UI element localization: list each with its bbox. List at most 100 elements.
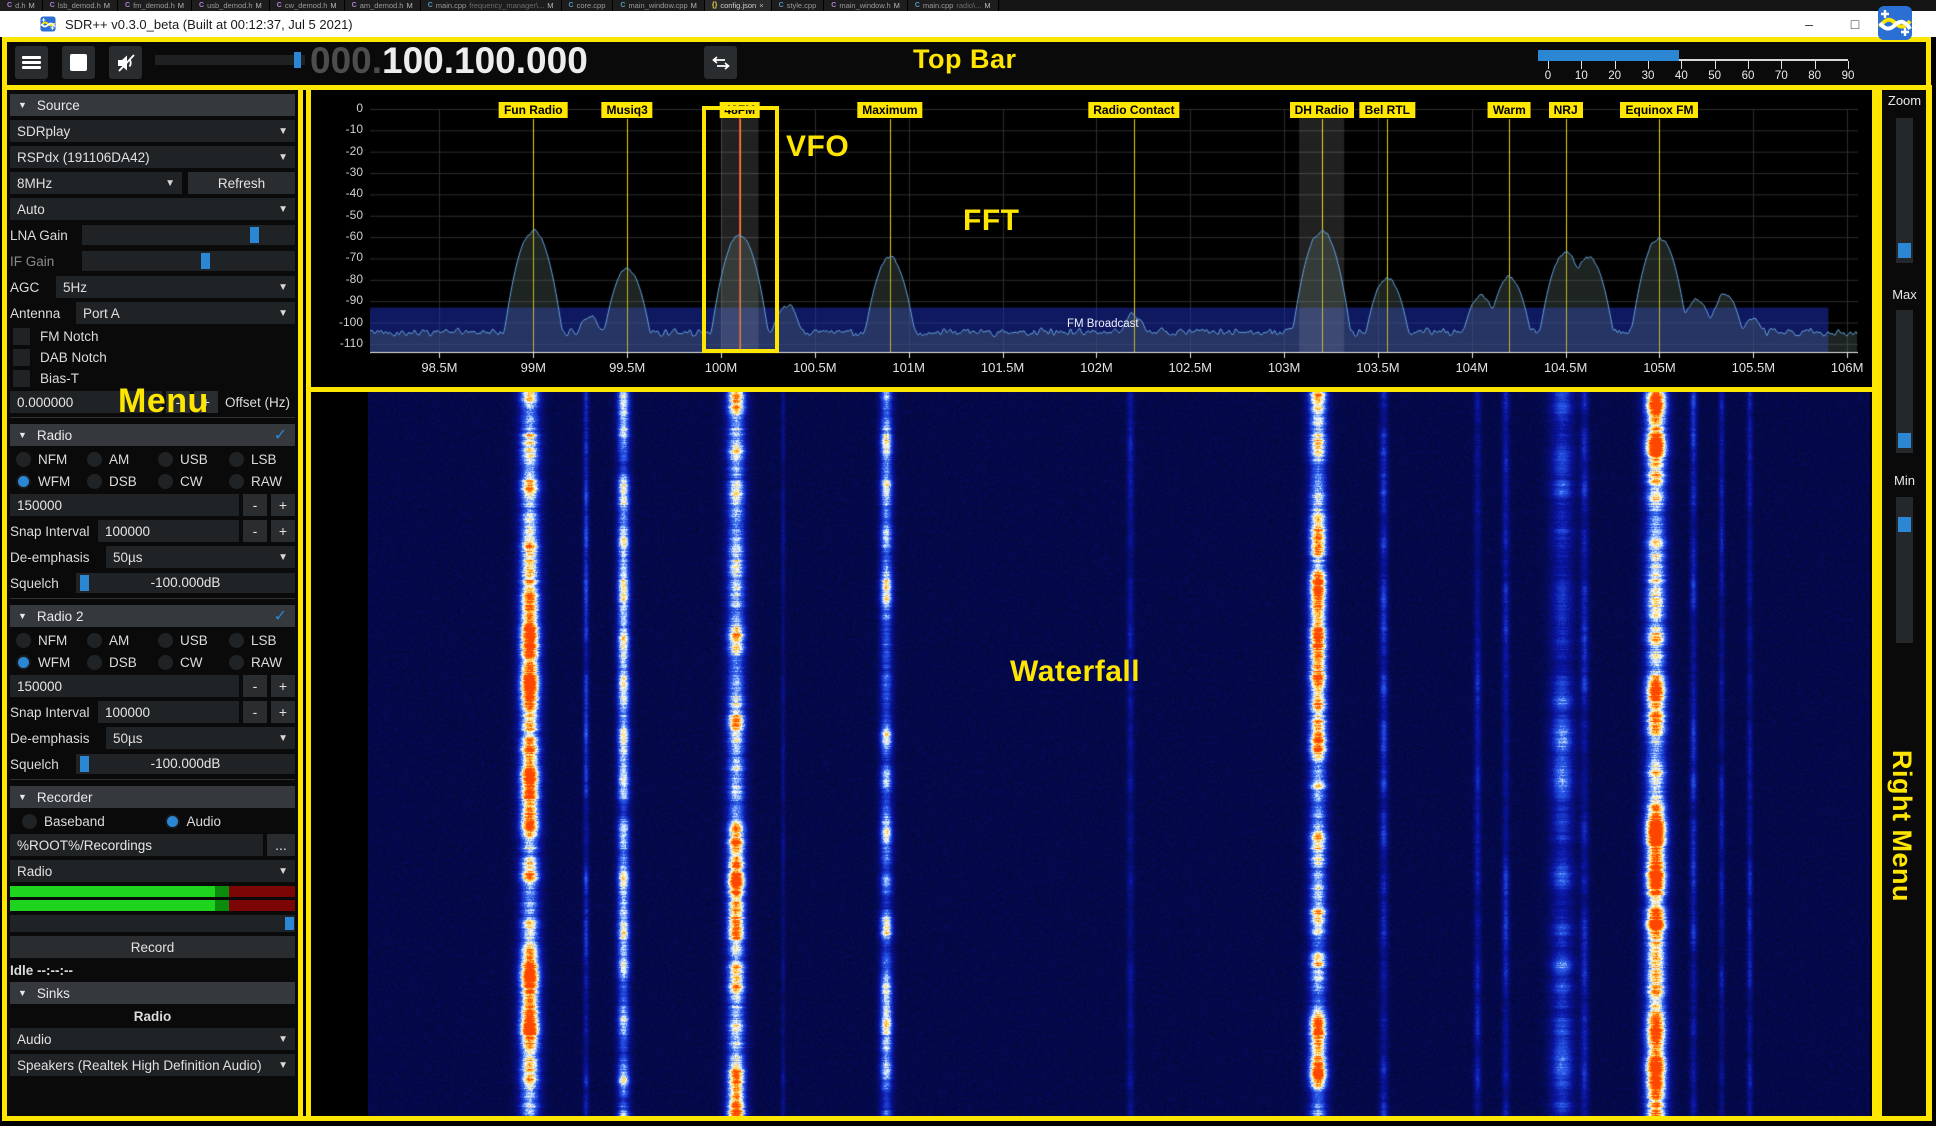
recorder-section-header[interactable]: ▼ Recorder (10, 786, 295, 808)
zoom-slider[interactable] (1896, 118, 1913, 263)
volume-slider-handle[interactable] (294, 52, 301, 68)
station-label[interactable]: Musiq3 (601, 102, 652, 118)
snap-interval-input[interactable]: 100000 (98, 701, 239, 723)
editor-tab[interactable]: Cusb_demod.hM (192, 0, 270, 11)
recorder-stream-select[interactable]: Radio▼ (10, 860, 295, 882)
editor-tab[interactable]: Cstyle.cpp (772, 0, 825, 11)
browse-button[interactable]: ... (267, 834, 295, 856)
offset-minus-button[interactable]: - (166, 391, 190, 413)
mode-option-nfm[interactable]: NFM (10, 633, 81, 648)
bandwidth-plus-button[interactable]: + (271, 494, 295, 516)
if-mode-select[interactable]: Auto ▼ (10, 198, 295, 220)
mode-option-usb[interactable]: USB (152, 452, 223, 467)
snap-plus-button[interactable]: + (271, 520, 295, 542)
lna-gain-handle[interactable] (250, 227, 259, 243)
editor-tab[interactable]: Cmain.cppfrequency_manager\...M (421, 0, 562, 11)
editor-tab[interactable]: Ccw_demod.hM (270, 0, 345, 11)
source-type-select[interactable]: SDRplay ▼ (10, 120, 295, 142)
editor-tab[interactable]: Cmain_window.cppM (613, 0, 705, 11)
bandwidth-minus-button[interactable]: - (243, 675, 267, 697)
station-label[interactable]: DH Radio (1290, 102, 1354, 118)
station-label[interactable]: Warm (1488, 102, 1531, 118)
squelch2-slider[interactable]: -100.000dB (76, 754, 295, 774)
enabled-check-icon[interactable]: ✓ (274, 425, 287, 445)
offset-plus-button[interactable]: + (194, 391, 218, 413)
stop-button[interactable] (62, 46, 95, 79)
recording-path-input[interactable]: %ROOT%/Recordings (10, 834, 263, 856)
mode-option-cw[interactable]: CW (152, 655, 223, 670)
max-slider-handle[interactable] (1898, 433, 1911, 448)
station-label[interactable]: Radio Contact (1088, 102, 1179, 118)
mode-option-lsb[interactable]: LSB (223, 633, 294, 648)
bandwidth-plus-button[interactable]: + (271, 675, 295, 697)
enabled-check-icon[interactable]: ✓ (274, 606, 287, 626)
mode-option-wfm[interactable]: WFM (10, 474, 81, 489)
audio-radio[interactable] (165, 814, 180, 829)
editor-tab[interactable]: {}config.json× (705, 0, 772, 11)
squelch-slider[interactable]: -100.000dB (76, 573, 295, 593)
snap-minus-button[interactable]: - (243, 701, 267, 723)
mode-option-raw[interactable]: RAW (223, 474, 294, 489)
editor-tab[interactable]: Ccore.cpp (562, 0, 614, 11)
source-section-header[interactable]: ▼ Source (10, 94, 295, 116)
snap-plus-button[interactable]: + (271, 701, 295, 723)
recorder-volume-slider[interactable] (10, 915, 295, 932)
mode-option-am[interactable]: AM (81, 633, 152, 648)
editor-tab[interactable]: Clsb_demod.hM (43, 0, 118, 11)
mode-option-wfm[interactable]: WFM (10, 655, 81, 670)
device-select[interactable]: RSPdx (191106DA42) ▼ (10, 146, 295, 168)
bias-t-checkbox[interactable] (13, 370, 30, 387)
station-label[interactable]: 48FM (719, 102, 760, 118)
fm-notch-checkbox[interactable] (13, 328, 30, 345)
baseband-radio[interactable] (22, 814, 37, 829)
agc-select[interactable]: 5Hz ▼ (56, 276, 295, 298)
mode-option-cw[interactable]: CW (152, 474, 223, 489)
radio2-bandwidth-input[interactable]: 150000 (10, 675, 239, 697)
snap-interval-input[interactable]: 100000 (98, 520, 239, 542)
radio2-section-header[interactable]: ▼ Radio 2 ✓ (10, 605, 295, 627)
editor-tab[interactable]: Cd.hM (0, 0, 43, 11)
editor-tab[interactable]: Cfm_demod.hM (118, 0, 192, 11)
radio-section-header[interactable]: ▼ Radio ✓ (10, 424, 295, 446)
max-slider[interactable] (1896, 310, 1913, 453)
station-label[interactable]: NRJ (1549, 102, 1583, 118)
minimize-button[interactable]: – (1786, 16, 1832, 32)
refresh-button[interactable]: Refresh (188, 172, 295, 194)
if-gain-slider[interactable] (82, 251, 295, 271)
maximize-button[interactable]: □ (1832, 16, 1878, 32)
waterfall-display[interactable] (311, 392, 1872, 1116)
station-label[interactable]: Bel RTL (1360, 102, 1415, 118)
mute-button[interactable] (109, 46, 142, 79)
mode-option-lsb[interactable]: LSB (223, 452, 294, 467)
mode-option-am[interactable]: AM (81, 452, 152, 467)
sinks-section-header[interactable]: ▼ Sinks (10, 982, 295, 1004)
sink-type-select[interactable]: Audio▼ (10, 1028, 295, 1050)
menu-toggle-button[interactable] (15, 46, 48, 79)
samplerate-select[interactable]: 8MHz ▼ (10, 172, 182, 194)
tune-mode-button[interactable] (704, 46, 737, 79)
station-label[interactable]: Fun Radio (499, 102, 568, 118)
offset-input[interactable]: 0.000000 (10, 391, 162, 413)
station-label[interactable]: Maximum (857, 102, 922, 118)
mode-option-dsb[interactable]: DSB (81, 655, 152, 670)
editor-tab[interactable]: Cmain.cppradio\...M (908, 0, 999, 11)
frequency-display[interactable]: 000.100.100.000 (310, 40, 588, 82)
station-label[interactable]: Equinox FM (1620, 102, 1698, 118)
fft-gain-slider[interactable]: 0102030405060708090 (1538, 50, 1850, 84)
fft-display[interactable]: 0-10-20-30-40-50-60-70-80-90-100-110 98.… (311, 90, 1872, 387)
zoom-slider-handle[interactable] (1898, 243, 1911, 258)
deemphasis-select[interactable]: 50µs▼ (106, 727, 295, 749)
editor-tab[interactable]: Cam_demod.hM (345, 0, 421, 11)
min-slider-handle[interactable] (1898, 517, 1911, 532)
mode-option-usb[interactable]: USB (152, 633, 223, 648)
deemphasis-select[interactable]: 50µs▼ (106, 546, 295, 568)
mode-option-raw[interactable]: RAW (223, 655, 294, 670)
antenna-select[interactable]: Port A ▼ (76, 302, 295, 324)
min-slider[interactable] (1896, 497, 1913, 643)
dab-notch-checkbox[interactable] (13, 349, 30, 366)
waterfall-canvas[interactable] (368, 392, 1870, 1116)
volume-slider[interactable] (155, 55, 305, 65)
if-gain-handle[interactable] (201, 253, 210, 269)
editor-tab[interactable]: Cmain_window.hM (824, 0, 908, 11)
lna-gain-slider[interactable] (82, 225, 295, 245)
